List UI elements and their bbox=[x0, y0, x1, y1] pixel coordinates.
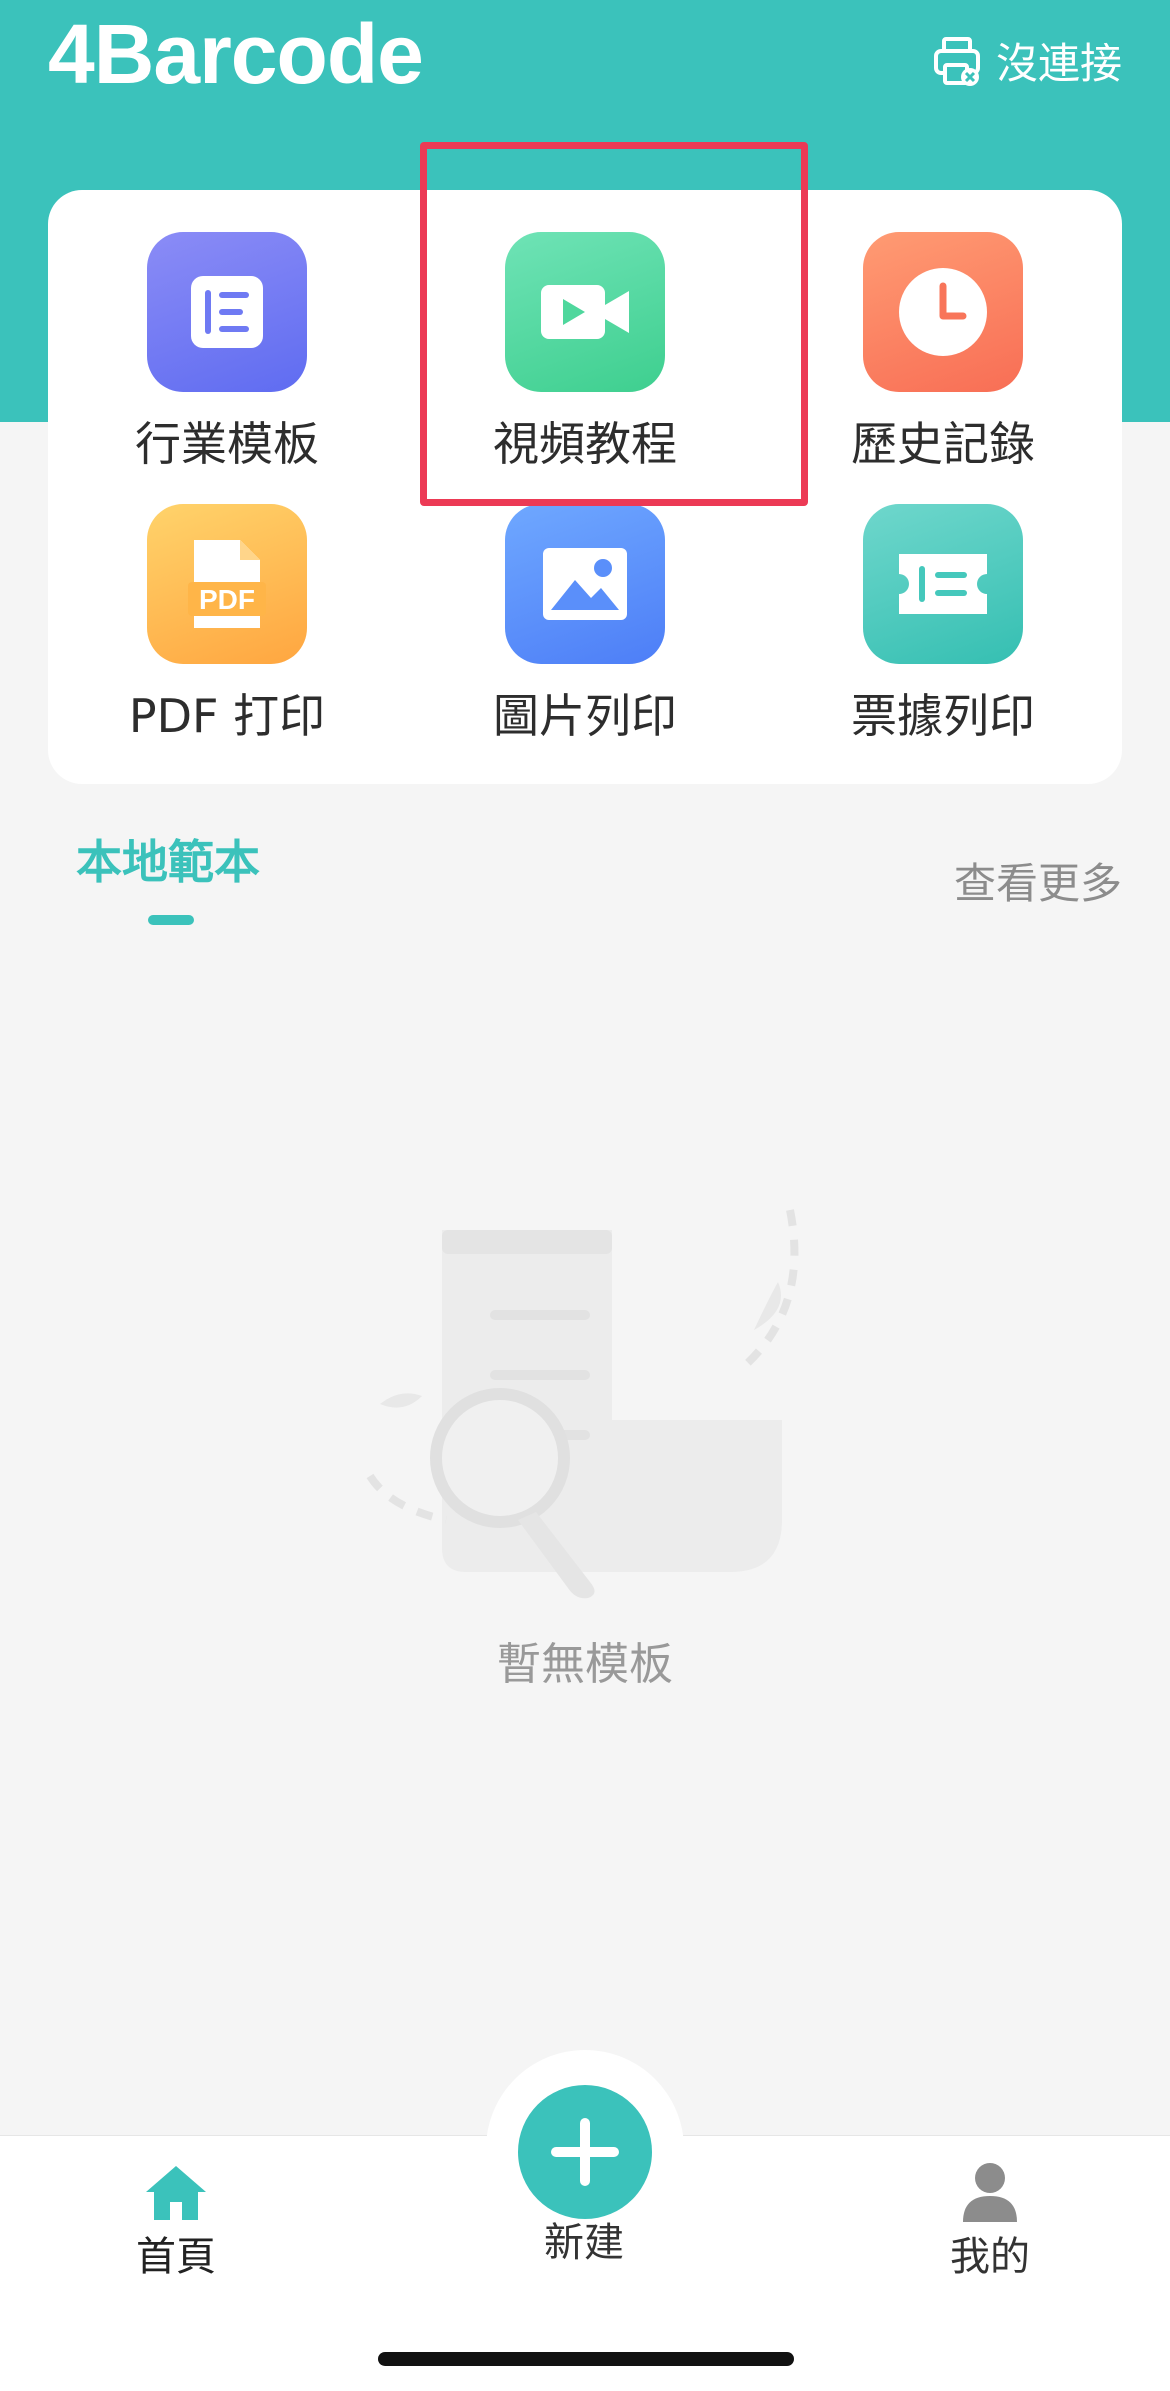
plus-icon bbox=[551, 2118, 619, 2186]
clock-icon bbox=[863, 232, 1023, 392]
printer-connection-button[interactable]: 沒連接 bbox=[930, 30, 1122, 91]
new-button[interactable] bbox=[518, 2085, 652, 2219]
tab-label: 首頁 bbox=[136, 2234, 216, 2280]
feature-receipt-print[interactable]: 票據列印 bbox=[764, 462, 1122, 743]
section-tab-local-templates[interactable]: 本地範本 bbox=[76, 826, 260, 892]
user-icon bbox=[963, 2163, 1017, 2222]
feature-label: 圖片列印 bbox=[493, 689, 677, 743]
receipt-icon bbox=[863, 504, 1023, 664]
template-list-icon bbox=[147, 232, 307, 392]
printer-disconnected-icon bbox=[933, 36, 980, 86]
home-icon bbox=[146, 2166, 206, 2220]
empty-state-text: 暫無模板 bbox=[497, 1639, 673, 1690]
view-more-link[interactable]: 查看更多 bbox=[954, 850, 1122, 911]
feature-label: 票據列印 bbox=[851, 689, 1035, 743]
app-title: 4Barcode bbox=[48, 7, 424, 101]
feature-label: PDF 打印 bbox=[128, 689, 326, 743]
highlight-box bbox=[420, 142, 808, 506]
tab-new[interactable]: 新建 bbox=[484, 2208, 684, 2268]
empty-document-search-icon bbox=[366, 1209, 799, 1599]
feature-industry-templates[interactable]: 行業模板 bbox=[48, 190, 406, 471]
tab-home[interactable]: 首頁 bbox=[76, 2158, 276, 2282]
tab-mine[interactable]: 我的 bbox=[890, 2158, 1090, 2282]
tab-label: 我的 bbox=[950, 2234, 1030, 2280]
active-tab-indicator bbox=[148, 915, 194, 925]
pdf-file-icon: PDF bbox=[147, 504, 307, 664]
image-icon bbox=[505, 504, 665, 664]
tab-label: 新建 bbox=[544, 2220, 624, 2266]
feature-pdf-print[interactable]: PDF PDF 打印 bbox=[48, 462, 406, 743]
feature-history[interactable]: 歷史記錄 bbox=[764, 190, 1122, 471]
home-indicator bbox=[378, 2352, 794, 2366]
connection-status-label: 沒連接 bbox=[995, 39, 1122, 88]
svg-text:PDF: PDF bbox=[199, 584, 255, 615]
